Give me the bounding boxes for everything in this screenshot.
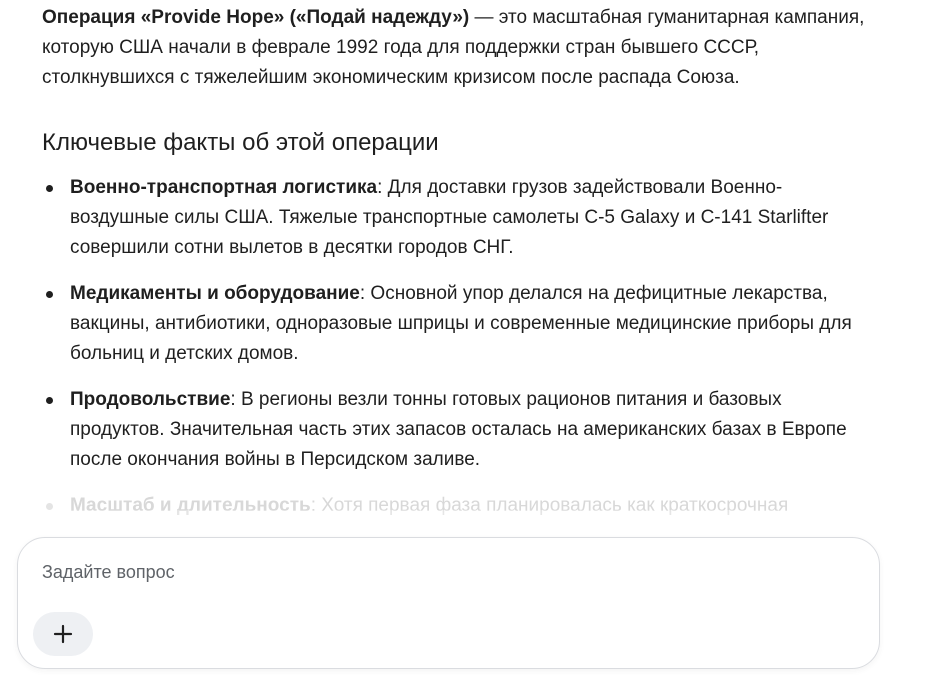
prompt-input[interactable]	[42, 562, 842, 583]
bullet-icon	[46, 291, 53, 298]
plus-icon	[53, 624, 73, 644]
facts-list: Военно-транспортная логистика: Для доста…	[42, 173, 872, 521]
intro-paragraph: Операция «Provide Hope» («Подай надежду»…	[42, 3, 872, 93]
fact-title: Продовольствие	[70, 389, 231, 410]
prompt-composer	[17, 537, 880, 669]
bullet-icon	[46, 397, 53, 404]
bullet-icon	[46, 503, 53, 510]
intro-bold: Операция «Provide Hope» («Подай надежду»…	[42, 7, 470, 28]
section-title: Ключевые факты об этой операции	[42, 129, 439, 156]
fact-title: Военно-транспортная логистика	[70, 177, 378, 198]
article: Операция «Provide Hope» («Подай надежду»…	[42, 3, 872, 521]
list-item: Продовольствие: В регионы везли тонны го…	[42, 385, 872, 475]
fact-title: Медикаменты и оборудование	[70, 283, 360, 304]
add-button[interactable]	[33, 612, 93, 656]
list-item: Медикаменты и оборудование: Основной упо…	[42, 279, 872, 369]
list-item: Военно-транспортная логистика: Для доста…	[42, 173, 872, 263]
bullet-icon	[46, 185, 53, 192]
